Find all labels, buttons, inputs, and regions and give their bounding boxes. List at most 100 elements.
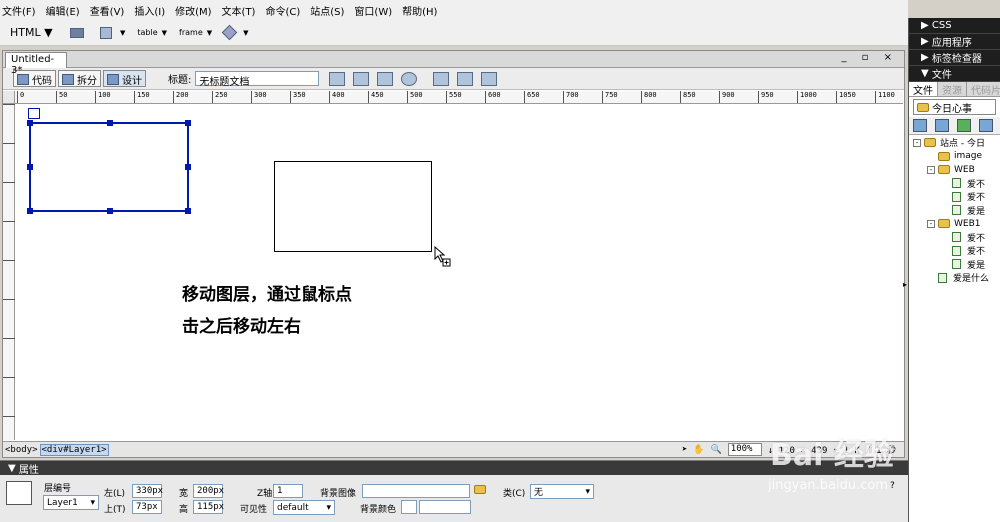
- expand-toggle-icon[interactable]: -: [927, 219, 935, 228]
- bg-color-swatch[interactable]: [401, 500, 417, 514]
- ruler-tick-label: 700: [563, 91, 579, 103]
- view-options-icon[interactable]: [457, 71, 474, 86]
- window-controls[interactable]: _ ▫ ×: [841, 52, 898, 63]
- file-management-icon[interactable]: [353, 71, 370, 86]
- document-tab[interactable]: Untitled-3*: [5, 52, 67, 76]
- resize-handle[interactable]: [27, 208, 33, 214]
- file-icon: [952, 191, 961, 202]
- expand-toggle-icon[interactable]: -: [927, 165, 935, 174]
- layer1-selected[interactable]: [27, 120, 191, 214]
- tree-folder[interactable]: - WEB: [909, 163, 1000, 177]
- layer-id-label: 层编号: [44, 484, 72, 494]
- left-label: 左(L): [104, 489, 126, 499]
- menu-item[interactable]: 站点(S): [310, 3, 344, 18]
- layer-id-select[interactable]: Layer1 ▾: [43, 495, 99, 510]
- tree-file[interactable]: 爱是什么: [909, 271, 1000, 285]
- globe-icon[interactable]: [401, 71, 418, 86]
- ruler-tick-label: 1050: [836, 91, 856, 103]
- design-canvas[interactable]: 移动图层，通过鼠标点 击之后移动左右: [16, 105, 903, 440]
- top-input[interactable]: 73px: [132, 500, 162, 514]
- css-panel-header[interactable]: ▶ CSS: [909, 18, 1000, 34]
- tab-assets[interactable]: 资源: [938, 82, 967, 97]
- tree-file[interactable]: 爱不: [909, 231, 1000, 245]
- side-panel: ▶ CSS ▶ 应用程序 ▶ 标签检查器 ▼ 文件 文件 资源 代码片 今日心事…: [908, 18, 1000, 522]
- tree-file[interactable]: 爱是: [909, 258, 1000, 272]
- tree-file[interactable]: 爱是: [909, 204, 1000, 218]
- tree-folder[interactable]: image: [909, 150, 1000, 164]
- bg-image-input[interactable]: [362, 484, 470, 498]
- files-toolbar: [909, 117, 1000, 135]
- tag-inspector-header[interactable]: ▶ 标签检查器: [909, 50, 1000, 66]
- insert-table-button[interactable]: table ▼: [137, 28, 167, 37]
- menu-item[interactable]: 插入(I): [134, 3, 165, 18]
- validate-icon[interactable]: [329, 71, 346, 86]
- resize-handle[interactable]: [107, 208, 113, 214]
- zoom-select[interactable]: 100%: [727, 443, 762, 456]
- layer-anchor-icon[interactable]: [28, 108, 40, 119]
- tag-selector-body[interactable]: <body>: [5, 445, 38, 455]
- insert-category-select[interactable]: HTML ▼: [10, 26, 70, 39]
- z-index-input[interactable]: 1: [273, 484, 303, 498]
- ruler-tick-label: 900: [719, 91, 735, 103]
- file-tree: - 站点 - 今日 image - WEB 爱不 爱不 爱是 - WEB1 爱不 爱不 爱是 爱是什么: [909, 135, 1000, 285]
- app-panel-header[interactable]: ▶ 应用程序: [909, 34, 1000, 50]
- menu-item[interactable]: 窗口(W): [354, 3, 392, 18]
- menu-item[interactable]: 命令(C): [265, 3, 300, 18]
- width-input[interactable]: 200px: [193, 484, 224, 498]
- class-select[interactable]: 无 ▾: [530, 484, 594, 499]
- pointer-tool-icon[interactable]: ➤: [682, 445, 687, 455]
- menu-item[interactable]: 文本(T): [222, 3, 256, 18]
- tree-folder[interactable]: - WEB1: [909, 217, 1000, 231]
- help-icon[interactable]: ?: [890, 481, 895, 491]
- refresh-icon[interactable]: [935, 119, 949, 132]
- put-files-icon[interactable]: [979, 119, 993, 132]
- resize-handle[interactable]: [185, 208, 191, 214]
- insert-template-icon[interactable]: ▼: [221, 24, 249, 41]
- folder-icon: [938, 151, 950, 161]
- tree-file[interactable]: 爱不: [909, 190, 1000, 204]
- title-input[interactable]: 无标题文档: [195, 71, 320, 88]
- expand-toggle-icon[interactable]: -: [913, 138, 921, 147]
- resize-handle[interactable]: [27, 164, 33, 170]
- tag-selector-layer[interactable]: <div#Layer1>: [39, 443, 109, 456]
- resize-handle[interactable]: [185, 120, 191, 126]
- insert-table-icon[interactable]: [70, 27, 88, 38]
- resize-handle[interactable]: [107, 120, 113, 126]
- insert-frame-button[interactable]: frame ▼: [179, 28, 212, 37]
- insert-hand-icon[interactable]: ▼: [100, 26, 125, 39]
- tab-snippets[interactable]: 代码片: [967, 82, 1000, 97]
- refresh-icon[interactable]: [433, 71, 450, 86]
- tree-file[interactable]: 爱不: [909, 244, 1000, 258]
- tree-folder[interactable]: - 站点 - 今日: [909, 136, 1000, 150]
- connect-icon[interactable]: [913, 119, 927, 132]
- bg-color-input[interactable]: [419, 500, 471, 514]
- menu-item[interactable]: 帮助(H): [402, 3, 437, 18]
- tab-files[interactable]: 文件: [909, 82, 938, 97]
- split-view-button[interactable]: 拆分: [58, 70, 101, 87]
- tree-label: 爱是什么: [953, 274, 990, 285]
- resize-handle[interactable]: [185, 164, 191, 170]
- menu-item[interactable]: 查看(V): [90, 3, 125, 18]
- visibility-select[interactable]: default ▾: [273, 500, 335, 515]
- tree-file[interactable]: 爱不: [909, 177, 1000, 191]
- left-input[interactable]: 330px: [132, 484, 163, 498]
- menu-item[interactable]: 编辑(E): [46, 3, 80, 18]
- ruler-tick: [3, 143, 15, 144]
- menu-item[interactable]: 文件(F): [2, 3, 36, 18]
- get-files-icon[interactable]: [957, 119, 971, 132]
- preview-icon[interactable]: [377, 71, 394, 86]
- hand-tool-icon[interactable]: ✋: [693, 445, 704, 455]
- ruler-tick-label: 950: [758, 91, 774, 103]
- files-panel-header[interactable]: ▼ 文件: [909, 66, 1000, 82]
- design-view-button[interactable]: 设计: [103, 70, 146, 87]
- layer-outline[interactable]: [274, 161, 432, 252]
- browse-folder-icon[interactable]: [474, 485, 490, 495]
- resize-handle[interactable]: [27, 120, 33, 126]
- tree-label: 爱不: [967, 247, 986, 258]
- height-label: 高: [179, 505, 189, 515]
- zoom-tool-icon[interactable]: 🔍: [711, 445, 722, 455]
- height-input[interactable]: 115px: [193, 500, 224, 514]
- visual-aids-icon[interactable]: [481, 71, 498, 86]
- menu-item[interactable]: 修改(M): [175, 3, 211, 18]
- site-select[interactable]: 今日心事: [913, 99, 996, 115]
